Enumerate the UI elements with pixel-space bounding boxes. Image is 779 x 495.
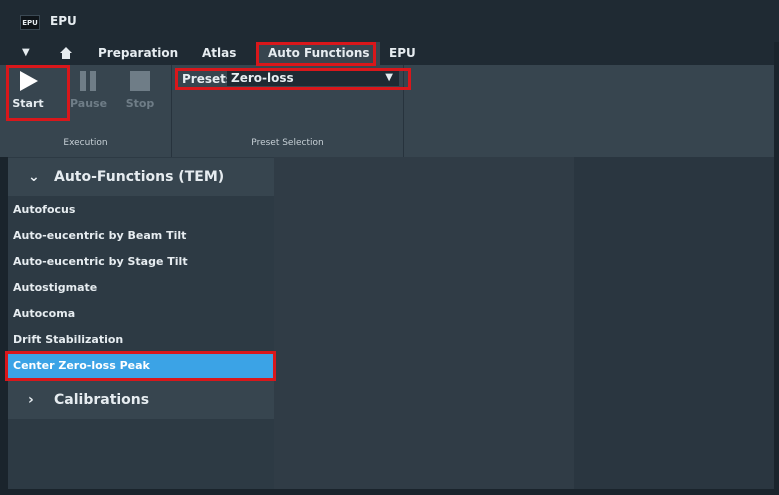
- list-item-autofocus[interactable]: Autofocus: [8, 197, 274, 223]
- stop-button[interactable]: Stop: [122, 70, 158, 110]
- list-item-auto-eucentric-beam-tilt[interactable]: Auto-eucentric by Beam Tilt: [8, 223, 274, 249]
- list-item-auto-eucentric-stage-tilt[interactable]: Auto-eucentric by Stage Tilt: [8, 249, 274, 275]
- auto-functions-tab-highlight: [256, 42, 376, 66]
- list-item-autocoma[interactable]: Autocoma: [8, 301, 274, 327]
- calibrations-header-label: Calibrations: [54, 392, 150, 408]
- bottom-edge: [0, 489, 779, 495]
- tab-bar: ▼ Preparation Atlas Auto Functions EPU: [0, 42, 779, 65]
- execution-group-label: Execution: [63, 138, 108, 148]
- calibrations-header[interactable]: › Calibrations: [8, 381, 274, 419]
- start-highlight: [6, 65, 70, 121]
- stop-icon: [130, 71, 150, 91]
- pause-button[interactable]: Pause: [70, 70, 108, 110]
- epu-logo-icon: EPU: [20, 15, 40, 30]
- left-edge: [0, 157, 8, 495]
- center-zero-loss-highlight: [5, 351, 276, 381]
- pause-icon: [80, 71, 96, 91]
- list-item-drift-stabilization[interactable]: Drift Stabilization: [8, 327, 274, 353]
- list-item-autostigmate[interactable]: Autostigmate: [8, 275, 274, 301]
- auto-functions-header-label: Auto-Functions (TEM): [54, 169, 225, 185]
- right-edge: [774, 42, 779, 495]
- app-title: EPU: [50, 14, 77, 28]
- stop-label: Stop: [125, 97, 155, 110]
- chevron-down-icon: ⌄: [28, 169, 40, 185]
- chevron-right-icon: ›: [28, 392, 34, 408]
- home-icon[interactable]: [59, 46, 73, 60]
- content-area-right: [574, 157, 774, 489]
- tab-epu[interactable]: EPU: [379, 42, 426, 65]
- title-bar: EPU EPU: [0, 0, 779, 42]
- tab-atlas[interactable]: Atlas: [192, 42, 246, 65]
- pause-label: Pause: [70, 97, 108, 110]
- tab-preparation[interactable]: Preparation: [88, 42, 188, 65]
- menu-dropdown-icon[interactable]: ▼: [22, 47, 30, 58]
- content-area: [274, 157, 574, 489]
- presets-highlight: [175, 68, 411, 90]
- auto-functions-header[interactable]: ⌄ Auto-Functions (TEM): [8, 158, 274, 196]
- preset-selection-group-label: Preset Selection: [251, 138, 324, 148]
